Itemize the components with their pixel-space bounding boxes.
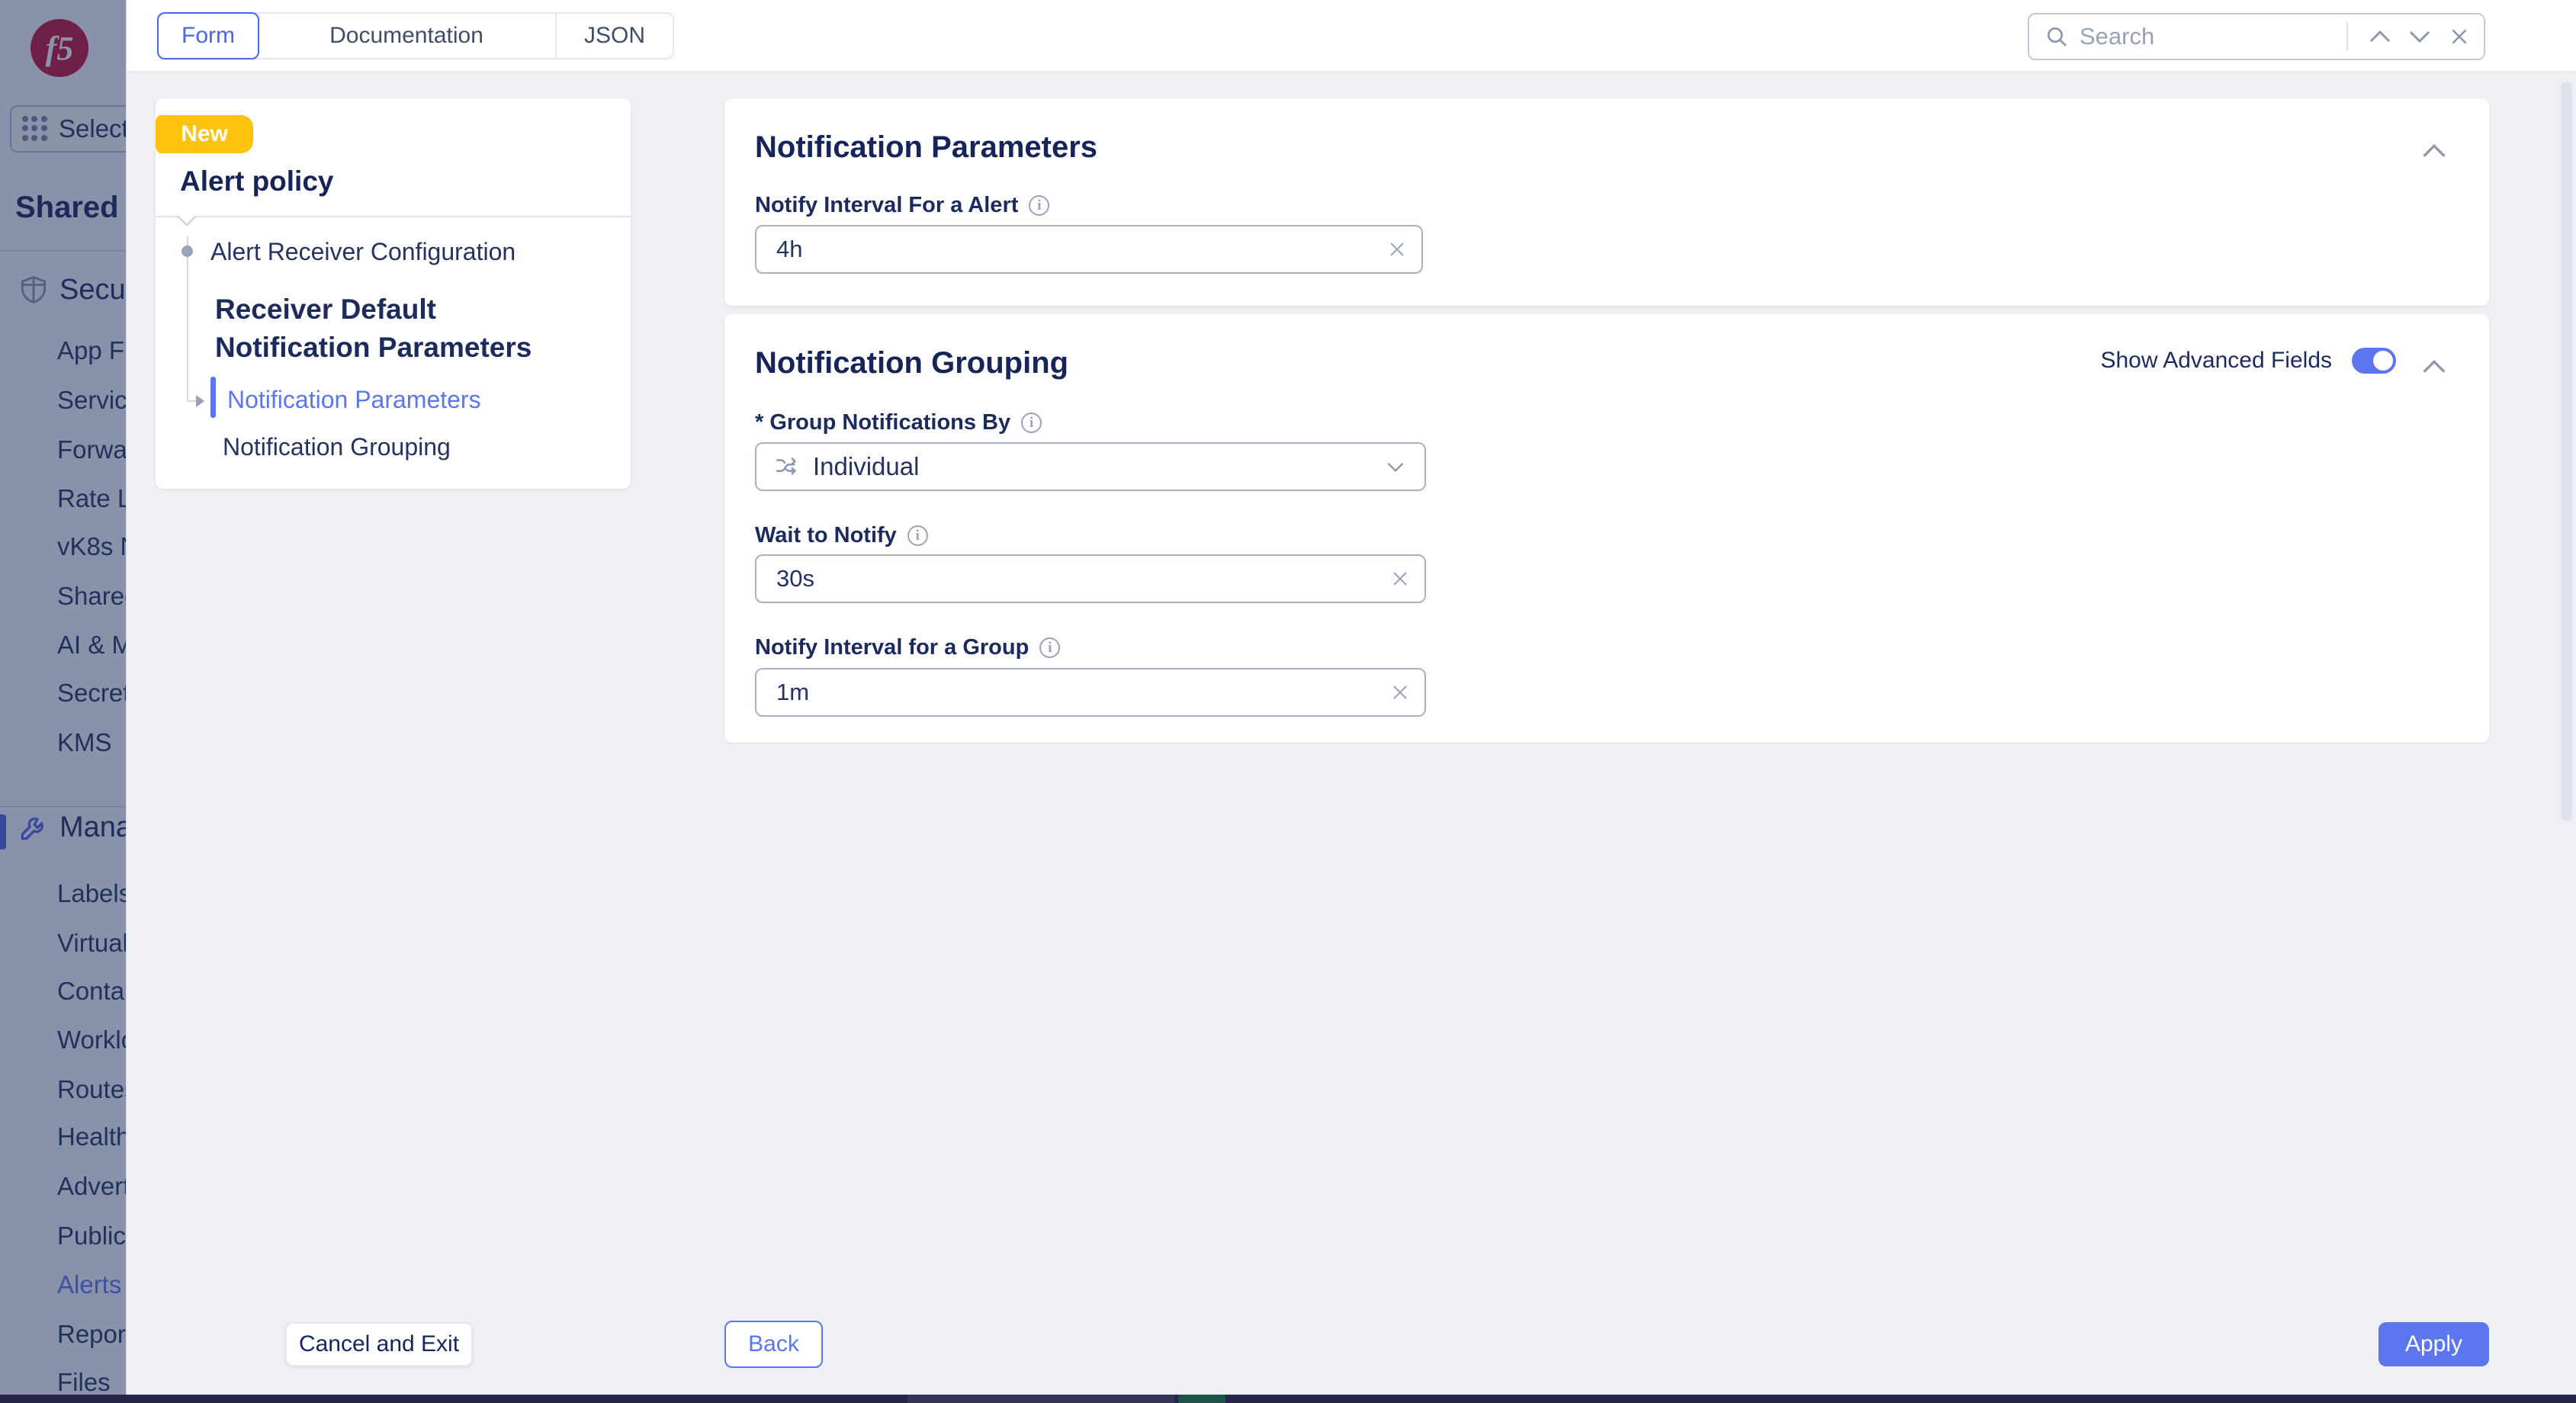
shuffle-icon (773, 454, 799, 480)
status-badge: New (156, 115, 253, 153)
chevron-up-icon (2421, 143, 2447, 159)
search-bar (2028, 13, 2485, 60)
page: f5 Select Shared C Secur App Fir Service… (0, 0, 2576, 1403)
nav-collapse-caret (177, 207, 196, 226)
group-notifications-by-value: Individual (813, 452, 1386, 481)
nav-step-notification-grouping[interactable]: Notification Grouping (223, 433, 451, 461)
scrollbar-thumb[interactable] (2561, 82, 2572, 821)
show-advanced-fields-toggle[interactable] (2352, 348, 2396, 374)
field-label-notify-interval-group: Notify Interval for a Group i (755, 635, 1060, 660)
close-icon (1391, 570, 1409, 588)
clear-field-button[interactable] (1385, 563, 1415, 594)
search-prev-button[interactable] (2360, 17, 2400, 56)
clear-field-button[interactable] (1385, 677, 1415, 708)
info-icon[interactable]: i (1021, 413, 1042, 433)
close-icon (2449, 27, 2469, 47)
nav-step-alert-receiver-configuration[interactable]: Alert Receiver Configuration (210, 238, 516, 266)
chevron-down-icon (1386, 461, 1405, 473)
editor-body: New Alert policy Alert Receiver Configur… (127, 72, 2576, 1395)
tab-json[interactable]: JSON (557, 14, 673, 58)
nav-step-notification-parameters[interactable]: Notification Parameters (227, 386, 481, 414)
field-label-group-notifications-by: * Group Notifications By i (755, 410, 1042, 435)
section-title: Notification Grouping (755, 346, 1068, 380)
wizard-title: Alert policy (180, 165, 334, 197)
cancel-and-exit-button[interactable]: Cancel and Exit (285, 1322, 473, 1366)
field-notify-interval-group (755, 668, 1426, 717)
chevron-up-icon (2421, 359, 2447, 374)
field-wait-to-notify (755, 554, 1426, 603)
tree-bullet-icon (181, 246, 193, 257)
field-label-wait-to-notify: Wait to Notify i (755, 523, 928, 548)
nav-active-indicator (210, 377, 216, 418)
nav-step-receiver-default-notification-parameters[interactable]: Receiver Default Notification Parameters (215, 291, 581, 367)
back-button[interactable]: Back (724, 1321, 823, 1368)
tree-connector (187, 236, 188, 402)
tab-documentation[interactable]: Documentation (258, 14, 557, 58)
search-divider (2346, 22, 2348, 51)
tab-form[interactable]: Form (157, 12, 259, 59)
nav-divider (156, 216, 631, 217)
editor-header: Form Documentation JSON (127, 0, 2576, 72)
field-notify-interval-alert (755, 225, 1423, 274)
wait-to-notify-input[interactable] (776, 565, 1385, 592)
group-notifications-by-select[interactable]: Individual (755, 442, 1426, 491)
info-icon[interactable]: i (907, 525, 928, 546)
apply-button[interactable]: Apply (2378, 1322, 2489, 1366)
view-tabs: Form Documentation JSON (157, 12, 674, 59)
notify-interval-group-input[interactable] (776, 679, 1385, 706)
clear-field-button[interactable] (1382, 234, 1412, 265)
tree-connector-elbow (187, 400, 196, 402)
field-label-notify-interval-alert: Notify Interval For a Alert i (755, 193, 1049, 218)
section-collapse-button[interactable] (2417, 138, 2451, 164)
info-icon[interactable]: i (1029, 195, 1049, 216)
info-icon[interactable]: i (1039, 637, 1060, 658)
chevron-down-icon (2408, 30, 2431, 43)
chevron-up-icon (2369, 30, 2391, 43)
close-icon (1388, 240, 1406, 258)
search-next-button[interactable] (2400, 17, 2439, 56)
advanced-fields-control: Show Advanced Fields (2100, 348, 2396, 374)
toggle-knob (2373, 351, 2393, 371)
search-input[interactable] (2080, 23, 2340, 50)
advanced-fields-label: Show Advanced Fields (2100, 348, 2332, 374)
search-clear-button[interactable] (2439, 17, 2479, 56)
section-notification-grouping: Notification Grouping Show Advanced Fiel… (724, 314, 2489, 743)
alert-policy-editor: Form Documentation JSON (126, 0, 2576, 1395)
close-icon (1391, 683, 1409, 702)
section-notification-parameters: Notification Parameters Notify Interval … (724, 98, 2489, 306)
section-collapse-button[interactable] (2417, 354, 2451, 380)
wizard-nav-card: New Alert policy Alert Receiver Configur… (156, 98, 631, 489)
notify-interval-alert-input[interactable] (776, 236, 1382, 263)
search-icon (2044, 24, 2069, 49)
section-title: Notification Parameters (755, 130, 1097, 165)
tree-arrow-icon (196, 395, 204, 407)
